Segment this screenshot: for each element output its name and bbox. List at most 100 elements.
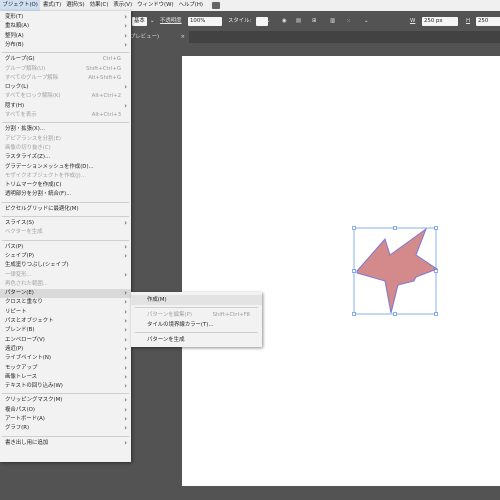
menu-item[interactable]: 一律変形... › [0, 271, 131, 280]
menu-item[interactable]: グループ(G) Ctrl+G [0, 55, 131, 64]
style-dropdown[interactable]: 基本 [132, 17, 147, 26]
menu-object[interactable]: ブジェクト(O) [0, 0, 41, 11]
submenu-item[interactable]: パターンを生成 [131, 335, 262, 345]
align-icon[interactable]: ▤ [296, 17, 301, 26]
selected-artwork[interactable] [350, 225, 440, 317]
menu-item[interactable]: エンベロープ(V) › [0, 336, 131, 345]
menu-effect[interactable]: 効果(C) [87, 0, 111, 11]
selection-handle[interactable] [393, 312, 397, 316]
menu-item[interactable]: 画像トレース › [0, 373, 131, 382]
document-tab[interactable]: プレビュー) × [126, 31, 189, 43]
menu-separator [2, 122, 129, 124]
chevron-right-icon: › [124, 372, 127, 381]
chevron-down-icon[interactable]: ⌄ [364, 17, 369, 26]
menu-item[interactable]: パス(P) › [0, 243, 131, 252]
menu-item[interactable]: ブレンド(B) › [0, 326, 131, 335]
menu-item[interactable]: パターン(E) › [0, 289, 131, 299]
menu-item[interactable]: ロック(L) › [0, 83, 131, 92]
recolor-icon[interactable]: ◉ [282, 17, 287, 26]
chevron-right-icon: › [124, 251, 127, 260]
menu-item[interactable]: ライブペイント(N) › [0, 354, 131, 363]
menu-item[interactable]: アピアランスを分割(E) [0, 135, 131, 144]
artwork-shape[interactable] [356, 227, 439, 314]
reference-point-icon[interactable]: ⁙ [346, 17, 351, 26]
menu-item[interactable]: パスとオブジェクト › [0, 317, 131, 326]
chevron-right-icon[interactable]: › [220, 17, 222, 26]
selection-handle[interactable] [434, 312, 438, 316]
menu-item[interactable]: 隠す(H) › [0, 102, 131, 111]
chevron-down-icon[interactable]: ⌄ [266, 17, 271, 26]
selection-handle[interactable] [434, 226, 438, 230]
menu-item-label: ベクターを生成 [5, 229, 43, 236]
menu-item[interactable]: 重ね順(A) › [0, 22, 131, 31]
menu-help[interactable]: ヘルプ(H) [176, 0, 205, 11]
menu-view[interactable]: 表示(V) [111, 0, 135, 11]
selection-handle[interactable] [434, 269, 438, 273]
menu-item[interactable]: すべてをロック解除(K) Alt+Ctrl+2 [0, 92, 131, 101]
menu-item[interactable]: ベクターを生成 [0, 228, 131, 237]
selection-handle[interactable] [352, 312, 356, 316]
menu-item-label: リピート [5, 308, 27, 315]
menu-window[interactable]: ウィンドウ(W) [135, 0, 177, 11]
arrange-icon[interactable]: ▥ [330, 17, 335, 26]
menu-select[interactable]: 選択(S) [64, 0, 87, 11]
menu-item[interactable]: アートボード(A) › [0, 415, 131, 424]
chevron-down-icon[interactable]: ⌄ [150, 17, 155, 26]
menu-item[interactable]: トリムマークを作成(C) [0, 181, 131, 190]
chevron-right-icon: › [124, 242, 127, 251]
menu-item-label: 生成塗りつぶし(シェイプ) [5, 262, 69, 269]
menu-item[interactable]: グループ解除(U) Shift+Ctrl+G [0, 65, 131, 74]
width-input[interactable]: 250 px [422, 17, 458, 26]
menu-item[interactable]: 整列(A) › [0, 32, 131, 41]
menu-item[interactable]: 分布(B) › [0, 41, 131, 50]
chevron-right-icon: › [124, 270, 127, 279]
menu-item[interactable]: シェイプ(P) › [0, 252, 131, 261]
submenu-item[interactable]: パターンを編集(P) Shift+Ctrl+F8 [131, 310, 262, 320]
menu-item[interactable]: モックアップ › [0, 364, 131, 373]
transform-icon[interactable]: ⊞ [312, 17, 317, 26]
menu-type[interactable]: 書式(T) [40, 0, 63, 11]
menu-item[interactable]: クリッピングマスク(M) › [0, 396, 131, 405]
close-icon[interactable]: × [180, 31, 185, 43]
menu-item[interactable]: グラフ(R) › [0, 424, 131, 433]
menu-item[interactable]: 生成塗りつぶし(シェイプ) [0, 261, 131, 270]
opacity-label[interactable]: 不透明度 [160, 17, 182, 26]
menu-item[interactable]: 遠近(P) › [0, 345, 131, 354]
menu-item[interactable]: テキストの回り込み(W) › [0, 382, 131, 391]
chevron-right-icon: › [124, 13, 127, 21]
workspace-icon[interactable] [211, 2, 220, 9]
menu-item[interactable]: クロスと重なり › [0, 298, 131, 307]
menu-item[interactable]: 複合パス(O) › [0, 406, 131, 415]
opacity-input[interactable]: 100% [188, 17, 222, 26]
menu-item[interactable]: すべてを表示 Alt+Ctrl+3 [0, 111, 131, 120]
chevron-right-icon: › [124, 396, 127, 405]
selection-handle[interactable] [393, 226, 397, 230]
menu-item[interactable]: 画像の切り抜き(C) [0, 144, 131, 153]
menu-item[interactable]: スライス(S) › [0, 219, 131, 228]
menu-item[interactable]: 変形(T) › [0, 13, 131, 22]
menu-separator [2, 216, 129, 217]
menu-item-label: すべてのグループ解除 [5, 74, 58, 81]
menu-item-shortcut: Alt+Shift+G [88, 74, 121, 81]
height-input[interactable]: 250 [476, 17, 500, 26]
menu-item[interactable]: リピート › [0, 308, 131, 317]
menu-item[interactable]: 分割・拡張(X)... [0, 125, 131, 134]
artboard[interactable] [182, 56, 500, 486]
menu-item[interactable]: 透明部分を分割・統合(F)... [0, 190, 131, 199]
submenu-item[interactable]: 作成(M) [131, 295, 262, 305]
menu-separator [2, 201, 129, 203]
menu-item[interactable]: すべてのグループ解除 Alt+Shift+G [0, 74, 131, 83]
menu-item[interactable]: ピクセルグリッドに最適化(M) [0, 205, 131, 214]
selection-handle[interactable] [352, 226, 356, 230]
menu-item[interactable]: 再色された範囲... [0, 280, 131, 289]
submenu-item[interactable]: タイルの境界線カラー(T)... [131, 320, 262, 330]
selection-handle[interactable] [352, 269, 356, 273]
menu-item[interactable]: モザイクオブジェクトを作成(J)... [0, 172, 131, 181]
menu-item[interactable]: ラスタライズ(Z)... [0, 153, 131, 162]
menu-item[interactable]: 書き出し用に追加 › [0, 439, 131, 448]
menu-item-label: ロック(L) [5, 84, 29, 91]
menu-item[interactable]: グラデーションメッシュを作成(D)... [0, 163, 131, 172]
submenu-item-label: パターンを生成 [147, 337, 185, 343]
menu-separator [2, 393, 129, 395]
chevron-right-icon: › [124, 317, 127, 325]
